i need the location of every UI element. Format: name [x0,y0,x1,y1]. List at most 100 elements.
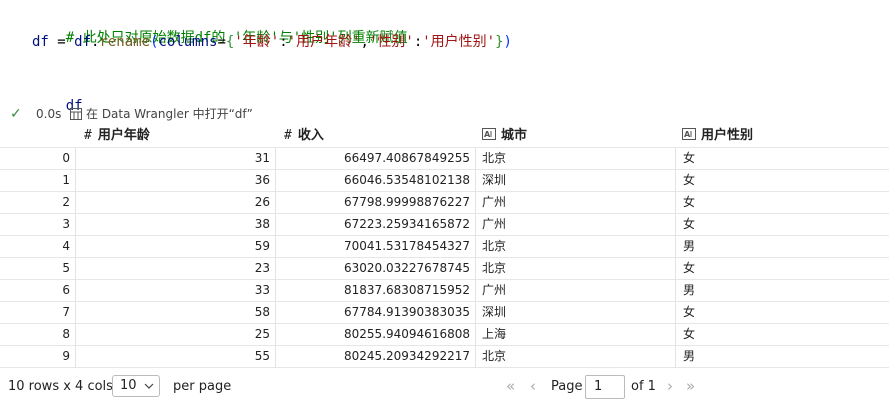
code-token: '年龄' [234,34,280,50]
last-page-icon[interactable]: » [686,377,695,395]
code-line-rename: df = df.rename(columns={'年龄':'用户年龄','性别'… [32,32,512,52]
code-token: : [413,34,423,50]
table-row: 0 31 66497.40867849255 北京 女 [0,147,889,169]
cell-income: 80255.94094616808 [344,327,470,341]
success-check-icon: ✓ [10,106,22,122]
open-in-data-wrangler-link[interactable]: 在 Data Wrangler 中打开“df” [86,104,253,124]
code-line-comment: # 此处只对原始数据df的 '年龄'与'性别'列重新赋值 [65,30,408,46]
cell-income: 67223.25934165872 [344,217,470,231]
row-divider [0,367,889,368]
row-index: 5 [62,261,70,275]
table-row: 1 36 66046.53548102138 深圳 女 [0,169,889,191]
cell-age: 25 [254,327,270,341]
execution-time: 0.0s [36,107,62,121]
column-header-gender[interactable]: A 用户性别 [682,125,753,147]
row-index: 3 [62,217,70,231]
cell-income: 81837.68308715952 [344,283,470,297]
cell-income: 67798.99998876227 [344,195,470,209]
pagination-bar: 10 rows x 4 cols 10 per page « ‹ Page 1 … [0,372,889,402]
cell-age: 23 [254,261,270,275]
text-type-icon: A [682,128,696,140]
table-row: 2 26 67798.99998876227 广州 女 [0,191,889,213]
cell-city: 北京 [482,151,507,165]
row-index: 8 [62,327,70,341]
cell-city: 广州 [482,195,507,209]
table-row: 9 55 80245.20934292217 北京 男 [0,345,889,367]
code-cell[interactable]: # 此处只对原始数据df的 '年龄'与'性别'列重新赋值 df = df.ren… [0,0,889,114]
cell-gender: 男 [683,239,696,253]
cell-age: 59 [254,239,270,253]
code-token: df [32,34,49,50]
data-wrangler-icon[interactable] [70,108,82,120]
cell-income: 66046.53548102138 [344,173,470,187]
row-index: 1 [62,173,70,187]
numeric-type-icon: # [284,128,292,143]
svg-text:A: A [484,130,491,139]
column-header-city[interactable]: A 城市 [482,125,527,147]
text-type-icon: A [482,128,496,140]
cell-city: 北京 [482,349,507,363]
cell-gender: 女 [683,305,696,319]
table-row: 8 25 80255.94094616808 上海 女 [0,323,889,345]
code-token: : [279,34,288,50]
column-header-income[interactable]: # 收入 [284,125,324,147]
cell-gender: 女 [683,151,696,165]
row-index: 4 [62,239,70,253]
cell-gender: 女 [683,217,696,231]
numeric-type-icon: # [84,128,92,143]
cell-age: 33 [254,283,270,297]
page-size-select[interactable]: 10 [112,375,160,397]
row-index: 7 [62,305,70,319]
code-token: ) [503,34,512,50]
code-token: = [217,34,226,50]
code-token: df [74,34,92,50]
cell-income: 67784.91390383035 [344,305,470,319]
code-token: '性别' [368,34,414,50]
per-page-label: per page [173,379,232,394]
cell-city: 北京 [482,261,507,275]
row-index: 0 [62,151,70,165]
cell-city: 北京 [482,239,507,253]
code-token: columns [158,34,218,50]
row-col-summary: 10 rows x 4 cols [8,379,113,394]
cell-age: 58 [254,305,270,319]
svg-text:A: A [684,130,691,139]
cell-gender: 女 [683,261,696,275]
cell-income: 63020.03227678745 [344,261,470,275]
code-token: = [48,34,75,50]
code-line-df: df [65,98,83,114]
table-row: 3 38 67223.25934165872 广州 女 [0,213,889,235]
table-row: 7 58 67784.91390383035 深圳 女 [0,301,889,323]
cell-city: 上海 [482,327,507,341]
column-header-age[interactable]: # 用户年龄 [84,125,150,147]
cell-city: 深圳 [482,173,507,187]
table-row: 5 23 63020.03227678745 北京 女 [0,257,889,279]
table-row: 6 33 81837.68308715952 广州 男 [0,279,889,301]
cell-age: 38 [254,217,270,231]
chevron-down-icon [144,383,154,389]
previous-page-icon[interactable]: ‹ [530,377,536,395]
code-token: } [495,34,504,50]
first-page-icon[interactable]: « [506,377,515,395]
page-number-input[interactable]: 1 [585,375,625,399]
cell-status-bar: ✓ 0.0s 在 Data Wrangler 中打开“df” [0,104,889,124]
cell-age: 31 [254,151,270,165]
cell-gender: 男 [683,349,696,363]
code-token: rename [99,34,151,50]
cell-city: 广州 [482,283,507,297]
cell-income: 66497.40867849255 [344,151,470,165]
cell-gender: 女 [683,195,696,209]
row-index: 9 [62,349,70,363]
cell-income: 70041.53178454327 [344,239,470,253]
cell-age: 55 [254,349,270,363]
page-count-label: of 1 [631,379,656,394]
cell-age: 26 [254,195,270,209]
cell-gender: 女 [683,327,696,341]
code-token: '用户年龄' [287,34,361,50]
cell-city: 广州 [482,217,507,231]
cell-gender: 女 [683,173,696,187]
row-index: 2 [62,195,70,209]
cell-city: 深圳 [482,305,507,319]
cell-income: 80245.20934292217 [344,349,470,363]
next-page-icon[interactable]: › [667,377,673,395]
